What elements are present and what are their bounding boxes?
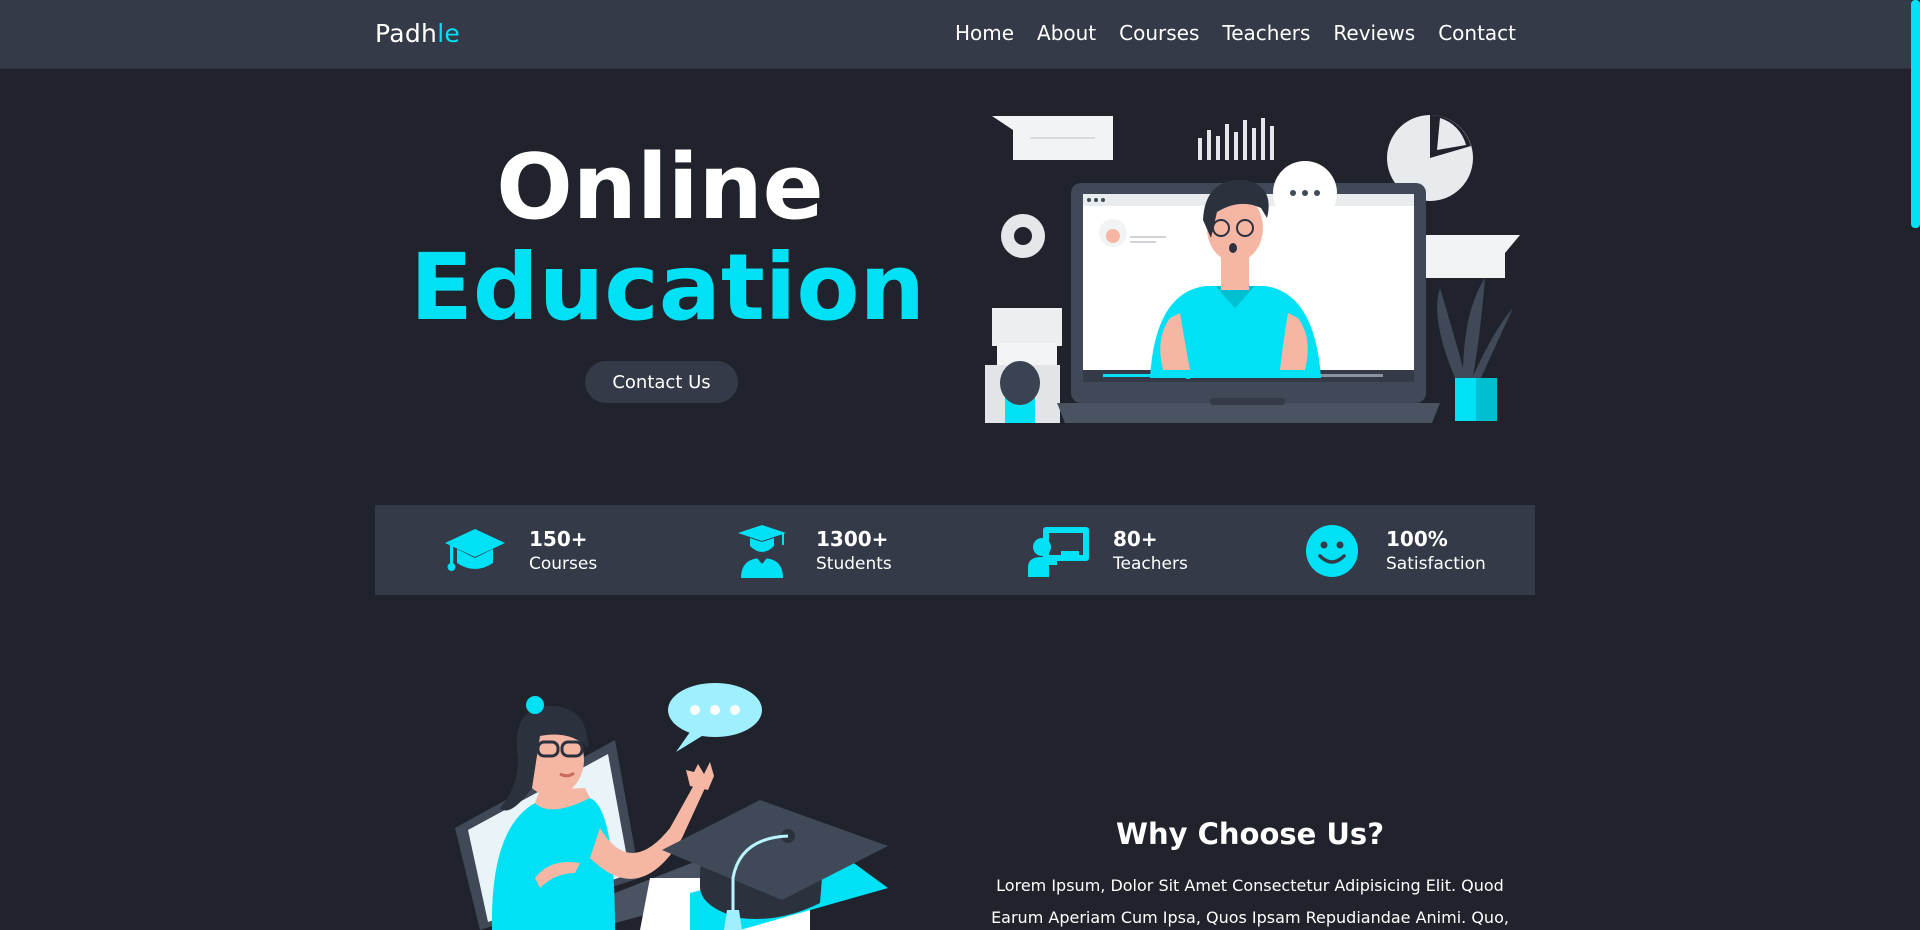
scrollbar-thumb[interactable] bbox=[1911, 0, 1920, 228]
logo[interactable]: Padhle bbox=[375, 19, 460, 48]
graduation-cap-icon bbox=[443, 524, 507, 578]
stat-courses: 150+ Courses bbox=[443, 523, 597, 579]
stat-courses-label: Courses bbox=[529, 554, 598, 574]
nav-home[interactable]: Home bbox=[955, 21, 1014, 45]
hero-title-line2: Education bbox=[410, 234, 926, 341]
stat-courses-value: 150+ bbox=[529, 527, 588, 551]
stat-teachers: 80+ Teachers bbox=[1027, 523, 1188, 579]
smile-icon bbox=[1300, 524, 1364, 578]
nav-teachers[interactable]: Teachers bbox=[1222, 21, 1310, 45]
contact-us-button[interactable]: Contact Us bbox=[585, 361, 738, 403]
stat-satisfaction-value: 100% bbox=[1386, 527, 1448, 551]
why-choose-description: Lorem Ipsum, Dolor Sit Amet Consectetur … bbox=[991, 876, 1509, 927]
hero-title-line1: Online bbox=[496, 135, 824, 240]
nav-courses[interactable]: Courses bbox=[1119, 21, 1199, 45]
student-icon bbox=[730, 524, 794, 578]
stat-students-value: 1300+ bbox=[816, 527, 889, 551]
stat-teachers-label: Teachers bbox=[1113, 554, 1188, 574]
stat-students: 1300+ Students bbox=[730, 523, 892, 579]
nav-contact[interactable]: Contact bbox=[1438, 21, 1516, 45]
stats-bar: 150+ Courses 1300+ Students 80+ Teachers… bbox=[375, 505, 1535, 595]
student-laptop-illustration bbox=[455, 683, 888, 930]
stat-satisfaction: 100% Satisfaction bbox=[1300, 523, 1486, 579]
hero-illustration bbox=[985, 115, 1520, 423]
logo-text: Padh bbox=[375, 19, 438, 48]
nav-links: Home About Courses Teachers Reviews Cont… bbox=[955, 21, 1516, 45]
navbar: Padhle Home About Courses Teachers Revie… bbox=[0, 0, 1920, 69]
nav-about[interactable]: About bbox=[1037, 21, 1096, 45]
teacher-icon bbox=[1027, 524, 1091, 578]
stat-satisfaction-label: Satisfaction bbox=[1386, 554, 1486, 574]
hero-title: Online Education bbox=[410, 135, 926, 341]
stat-teachers-value: 80+ bbox=[1113, 527, 1158, 551]
nav-reviews[interactable]: Reviews bbox=[1333, 21, 1415, 45]
logo-accent: le bbox=[437, 19, 461, 48]
stat-students-label: Students bbox=[816, 554, 892, 574]
scrollbar[interactable] bbox=[1911, 0, 1920, 930]
why-choose-title: Why Choose Us? bbox=[1115, 817, 1385, 851]
